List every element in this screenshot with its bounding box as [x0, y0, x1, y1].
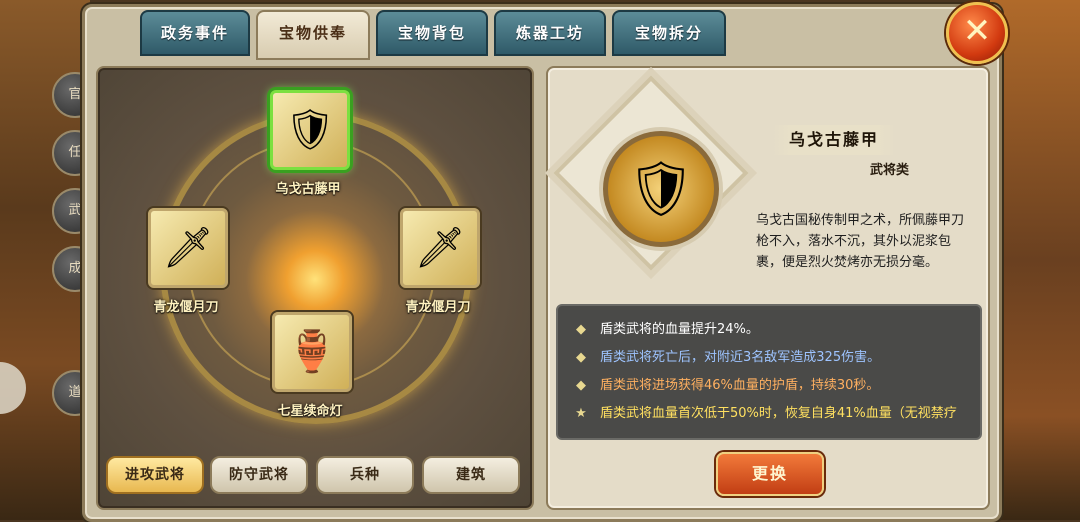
- altar-slot-left[interactable]: 🗡: [148, 208, 228, 288]
- detail-medal: 🛡: [603, 131, 719, 247]
- tab-treasure-bag[interactable]: 宝物背包: [376, 10, 488, 56]
- altar-slot-bottom[interactable]: 🏺: [272, 312, 352, 392]
- side-menu-label: 成: [68, 261, 82, 276]
- swap-button[interactable]: 更换: [716, 452, 824, 496]
- side-menu-label: 任: [68, 145, 82, 160]
- tab-forge[interactable]: 炼器工坊: [494, 10, 606, 56]
- treasure-description: 乌戈古国秘传制甲之术，所佩藤甲刀枪不入，落水不沉，其外以泥浆包裹，便是烈火焚烤亦…: [756, 213, 965, 270]
- armor-icon: 🛡: [626, 157, 696, 220]
- effect-item-1: ◆ 盾类武将的血量提升24%。: [572, 318, 759, 342]
- treasure-category: 武将类: [870, 163, 910, 178]
- troop-type-button[interactable]: 兵种: [316, 456, 414, 494]
- tab-treasure-offering[interactable]: 宝物供奉: [256, 10, 370, 60]
- side-menu-label: 官: [68, 87, 82, 102]
- effect-text: 盾类武将进场获得46%血量的护盾，持续30秒。: [600, 378, 880, 393]
- effect-text: 盾类武将血量首次低于50%时，恢复自身41%血量（无视禁疗: [600, 406, 957, 421]
- altar-slot-left-label: 青龙偃月刀: [153, 300, 219, 315]
- attack-general-button[interactable]: 进攻武将: [106, 456, 204, 494]
- building-button[interactable]: 建筑: [422, 456, 520, 494]
- side-menu-label: 道: [68, 385, 82, 400]
- effect-item-2: ◆ 盾类武将死亡后，对附近3名敌军造成325伤害。: [572, 346, 880, 370]
- star-bullet-icon: ★: [575, 406, 587, 421]
- treasure-name: 乌戈古藤甲: [772, 125, 896, 155]
- blade-icon: 🗡: [414, 225, 466, 271]
- altar-slot-right-label: 青龙偃月刀: [405, 300, 471, 315]
- altar-slot-bottom-label: 七星续命灯: [277, 404, 343, 419]
- defense-general-button[interactable]: 防守武将: [210, 456, 308, 494]
- altar-slot-top[interactable]: 🛡: [270, 90, 350, 170]
- background-right: [990, 0, 1080, 520]
- effect-text: 盾类武将死亡后，对附近3名敌军造成325伤害。: [600, 350, 881, 365]
- blade-icon: 🗡: [162, 225, 214, 271]
- effects-list: ◆ 盾类武将的血量提升24%。 ◆ 盾类武将死亡后，对附近3名敌军造成325伤害。 …: [556, 304, 982, 440]
- diamond-bullet-icon: ◆: [576, 378, 586, 393]
- altar-slot-right[interactable]: 🗡: [400, 208, 480, 288]
- close-button[interactable]: ✕: [946, 2, 1008, 64]
- effect-text: 盾类武将的血量提升24%。: [600, 322, 759, 337]
- effect-item-4: ★ 盾类武将血量首次低于50%时，恢复自身41%血量（无视禁疗: [572, 402, 957, 426]
- tab-treasure-split[interactable]: 宝物拆分: [612, 10, 726, 56]
- side-menu-label: 武: [68, 203, 82, 218]
- lamp-icon: 🏺: [287, 329, 337, 375]
- effect-item-3: ◆ 盾类武将进场获得46%血量的护盾，持续30秒。: [572, 374, 879, 398]
- altar-slot-top-label: 乌戈古藤甲: [275, 182, 341, 197]
- diamond-bullet-icon: ◆: [576, 322, 586, 337]
- diamond-bullet-icon: ◆: [576, 350, 586, 365]
- close-x-icon: ✕: [962, 11, 992, 51]
- tab-affairs[interactable]: 政务事件: [140, 10, 250, 56]
- armor-icon: 🛡: [284, 107, 336, 153]
